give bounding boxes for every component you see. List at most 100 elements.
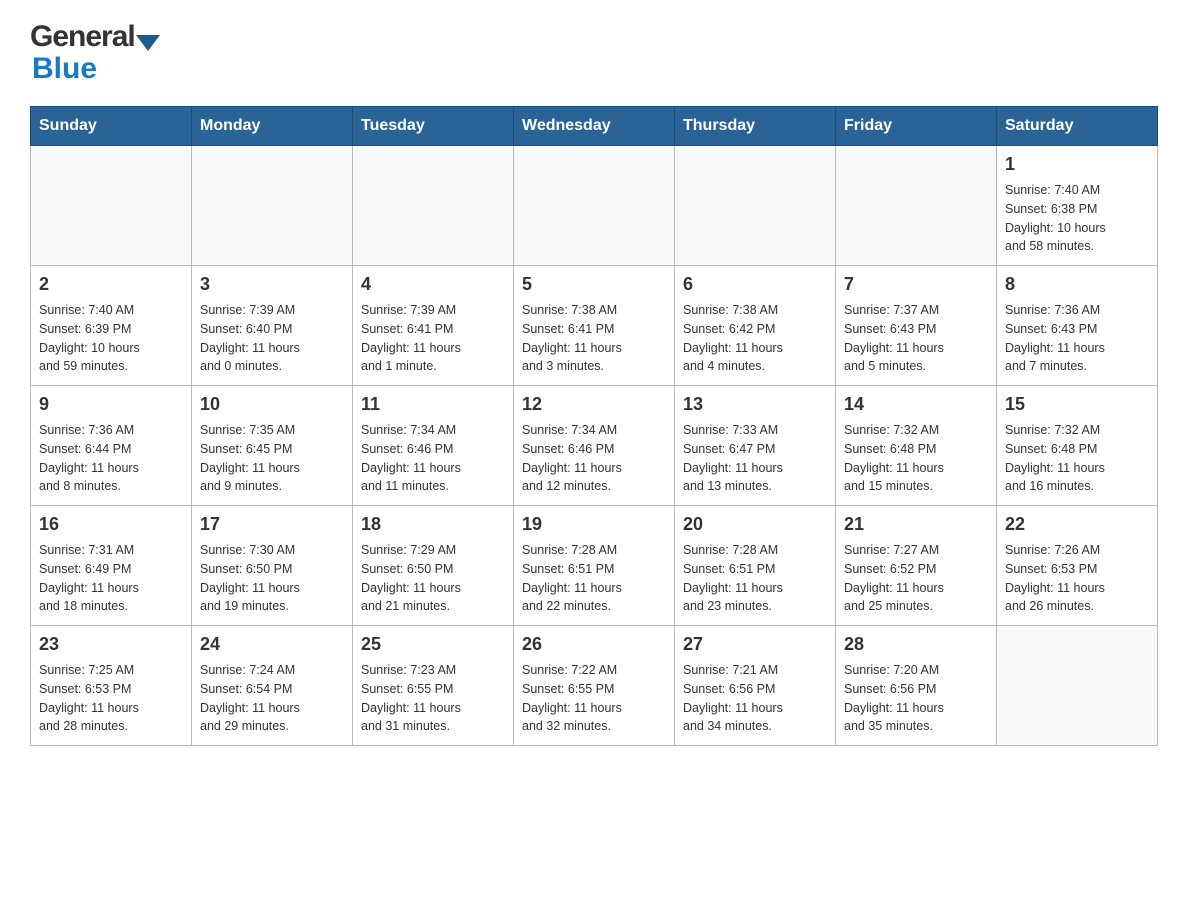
calendar-cell: 8Sunrise: 7:36 AM Sunset: 6:43 PM Daylig…	[997, 266, 1158, 386]
calendar-cell: 10 Sunrise: 7:35 AM Sunset: 6:45 PM Dayli…	[192, 386, 353, 506]
week-row-3: 9 Sunrise: 7:36 AM Sunset: 6:44 PM Daylig…	[31, 386, 1158, 506]
day-info: Sunrise: 7:35 AM Sunset: 6:45 PM Dayligh…	[200, 421, 344, 496]
day-number: 2	[39, 272, 183, 297]
day-number: 16	[39, 512, 183, 537]
day-header-monday: Monday	[192, 107, 353, 146]
day-number: 23	[39, 632, 183, 657]
calendar-cell: 25 Sunrise: 7:23 AM Sunset: 6:55 PM Dayli…	[353, 626, 514, 746]
day-info: Sunrise: 7:39 AM Sunset: 6:40 PM Dayligh…	[200, 301, 344, 376]
calendar-cell: 17 Sunrise: 7:30 AM Sunset: 6:50 PM Dayli…	[192, 506, 353, 626]
day-info: Sunrise: 7:38 AM Sunset: 6:41 PM Dayligh…	[522, 301, 666, 376]
day-number: 20	[683, 512, 827, 537]
day-number: 22	[1005, 512, 1149, 537]
calendar-cell: 2 Sunrise: 7:40 AM Sunset: 6:39 PM Daylig…	[31, 266, 192, 386]
day-info: Sunrise: 7:40 AM Sunset: 6:39 PM Dayligh…	[39, 301, 183, 376]
day-number: 4	[361, 272, 505, 297]
calendar-cell: 15Sunrise: 7:32 AM Sunset: 6:48 PM Dayli…	[997, 386, 1158, 506]
day-info: Sunrise: 7:34 AM Sunset: 6:46 PM Dayligh…	[522, 421, 666, 496]
calendar-cell: 20 Sunrise: 7:28 AM Sunset: 6:51 PM Dayli…	[675, 506, 836, 626]
day-number: 28	[844, 632, 988, 657]
day-info: Sunrise: 7:40 AM Sunset: 6:38 PM Dayligh…	[1005, 181, 1149, 256]
day-header-saturday: Saturday	[997, 107, 1158, 146]
day-number: 12	[522, 392, 666, 417]
day-header-thursday: Thursday	[675, 107, 836, 146]
day-number: 11	[361, 392, 505, 417]
day-number: 3	[200, 272, 344, 297]
calendar-cell: 27Sunrise: 7:21 AM Sunset: 6:56 PM Dayli…	[675, 626, 836, 746]
day-number: 19	[522, 512, 666, 537]
day-info: Sunrise: 7:36 AM Sunset: 6:43 PM Dayligh…	[1005, 301, 1149, 376]
calendar-cell: 13 Sunrise: 7:33 AM Sunset: 6:47 PM Dayli…	[675, 386, 836, 506]
day-number: 1	[1005, 152, 1149, 177]
day-info: Sunrise: 7:33 AM Sunset: 6:47 PM Dayligh…	[683, 421, 827, 496]
day-info: Sunrise: 7:26 AM Sunset: 6:53 PM Dayligh…	[1005, 541, 1149, 616]
calendar-cell: 19 Sunrise: 7:28 AM Sunset: 6:51 PM Dayli…	[514, 506, 675, 626]
day-number: 13	[683, 392, 827, 417]
day-header-tuesday: Tuesday	[353, 107, 514, 146]
calendar-cell: 5 Sunrise: 7:38 AM Sunset: 6:41 PM Daylig…	[514, 266, 675, 386]
calendar-cell: 24 Sunrise: 7:24 AM Sunset: 6:54 PM Dayli…	[192, 626, 353, 746]
day-header-friday: Friday	[836, 107, 997, 146]
day-info: Sunrise: 7:24 AM Sunset: 6:54 PM Dayligh…	[200, 661, 344, 736]
day-header-sunday: Sunday	[31, 107, 192, 146]
day-info: Sunrise: 7:31 AM Sunset: 6:49 PM Dayligh…	[39, 541, 183, 616]
calendar-cell: 9 Sunrise: 7:36 AM Sunset: 6:44 PM Daylig…	[31, 386, 192, 506]
day-number: 14	[844, 392, 988, 417]
calendar-cell	[675, 146, 836, 266]
calendar-cell	[514, 146, 675, 266]
week-row-4: 16 Sunrise: 7:31 AM Sunset: 6:49 PM Dayli…	[31, 506, 1158, 626]
day-header-wednesday: Wednesday	[514, 107, 675, 146]
calendar-cell: 4 Sunrise: 7:39 AM Sunset: 6:41 PM Daylig…	[353, 266, 514, 386]
day-info: Sunrise: 7:30 AM Sunset: 6:50 PM Dayligh…	[200, 541, 344, 616]
logo-triangle-icon	[136, 35, 160, 51]
day-info: Sunrise: 7:21 AM Sunset: 6:56 PM Dayligh…	[683, 661, 827, 736]
day-number: 9	[39, 392, 183, 417]
logo-area: General Blue	[30, 20, 160, 86]
calendar-body: 1 Sunrise: 7:40 AM Sunset: 6:38 PM Daylig…	[31, 146, 1158, 746]
day-info: Sunrise: 7:20 AM Sunset: 6:56 PM Dayligh…	[844, 661, 988, 736]
calendar-cell	[192, 146, 353, 266]
calendar-cell: 26Sunrise: 7:22 AM Sunset: 6:55 PM Dayli…	[514, 626, 675, 746]
calendar-cell	[836, 146, 997, 266]
day-number: 24	[200, 632, 344, 657]
logo-general-text: General	[30, 20, 135, 54]
calendar-cell: 22 Sunrise: 7:26 AM Sunset: 6:53 PM Dayli…	[997, 506, 1158, 626]
calendar-header: SundayMondayTuesdayWednesdayThursdayFrid…	[31, 107, 1158, 146]
week-row-1: 1 Sunrise: 7:40 AM Sunset: 6:38 PM Daylig…	[31, 146, 1158, 266]
calendar-cell: 14 Sunrise: 7:32 AM Sunset: 6:48 PM Dayli…	[836, 386, 997, 506]
day-info: Sunrise: 7:23 AM Sunset: 6:55 PM Dayligh…	[361, 661, 505, 736]
day-number: 6	[683, 272, 827, 297]
day-info: Sunrise: 7:37 AM Sunset: 6:43 PM Dayligh…	[844, 301, 988, 376]
page-header: General Blue	[30, 20, 1158, 86]
calendar-cell: 28 Sunrise: 7:20 AM Sunset: 6:56 PM Dayli…	[836, 626, 997, 746]
day-number: 7	[844, 272, 988, 297]
day-info: Sunrise: 7:25 AM Sunset: 6:53 PM Dayligh…	[39, 661, 183, 736]
calendar-cell	[997, 626, 1158, 746]
logo: General	[30, 20, 160, 54]
day-info: Sunrise: 7:28 AM Sunset: 6:51 PM Dayligh…	[683, 541, 827, 616]
week-row-5: 23 Sunrise: 7:25 AM Sunset: 6:53 PM Dayli…	[31, 626, 1158, 746]
calendar-cell: 6 Sunrise: 7:38 AM Sunset: 6:42 PM Daylig…	[675, 266, 836, 386]
calendar-cell	[31, 146, 192, 266]
calendar-cell: 3 Sunrise: 7:39 AM Sunset: 6:40 PM Daylig…	[192, 266, 353, 386]
day-number: 18	[361, 512, 505, 537]
calendar-cell: 23 Sunrise: 7:25 AM Sunset: 6:53 PM Dayli…	[31, 626, 192, 746]
day-info: Sunrise: 7:28 AM Sunset: 6:51 PM Dayligh…	[522, 541, 666, 616]
calendar-cell: 21Sunrise: 7:27 AM Sunset: 6:52 PM Dayli…	[836, 506, 997, 626]
day-number: 17	[200, 512, 344, 537]
calendar-cell: 16 Sunrise: 7:31 AM Sunset: 6:49 PM Dayli…	[31, 506, 192, 626]
day-number: 25	[361, 632, 505, 657]
day-info: Sunrise: 7:36 AM Sunset: 6:44 PM Dayligh…	[39, 421, 183, 496]
day-number: 26	[522, 632, 666, 657]
day-number: 15	[1005, 392, 1149, 417]
calendar-cell: 18Sunrise: 7:29 AM Sunset: 6:50 PM Dayli…	[353, 506, 514, 626]
day-info: Sunrise: 7:38 AM Sunset: 6:42 PM Dayligh…	[683, 301, 827, 376]
day-number: 5	[522, 272, 666, 297]
days-of-week-row: SundayMondayTuesdayWednesdayThursdayFrid…	[31, 107, 1158, 146]
calendar-cell: 12 Sunrise: 7:34 AM Sunset: 6:46 PM Dayli…	[514, 386, 675, 506]
day-info: Sunrise: 7:39 AM Sunset: 6:41 PM Dayligh…	[361, 301, 505, 376]
day-info: Sunrise: 7:32 AM Sunset: 6:48 PM Dayligh…	[844, 421, 988, 496]
day-number: 21	[844, 512, 988, 537]
week-row-2: 2 Sunrise: 7:40 AM Sunset: 6:39 PM Daylig…	[31, 266, 1158, 386]
day-number: 10	[200, 392, 344, 417]
